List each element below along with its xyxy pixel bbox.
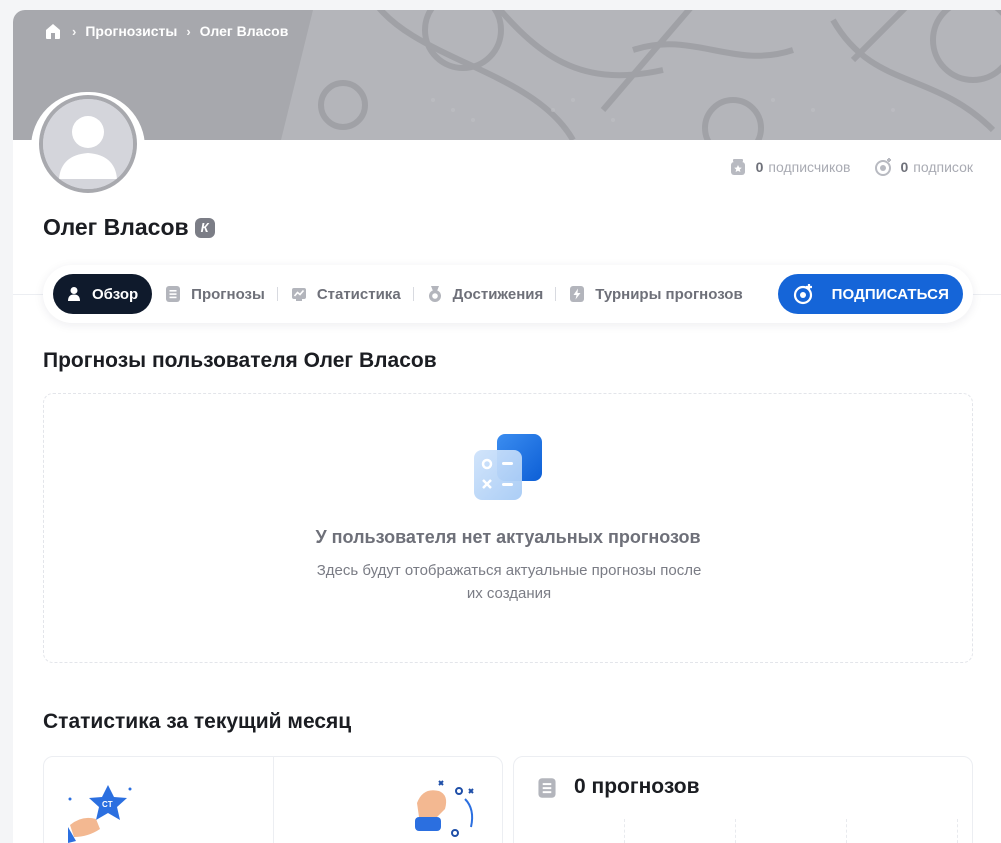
subscriptions-counter[interactable]: 0 подписок: [873, 157, 973, 177]
subscriptions-icon: [874, 158, 891, 176]
empty-state-title: У пользователя нет актуальных прогнозов: [315, 527, 701, 547]
avatar-container: [31, 92, 145, 200]
breadcrumb-link-forecasters[interactable]: Прогнозисты: [85, 23, 177, 39]
tab-overview[interactable]: Обзор: [53, 274, 153, 314]
user-icon: [68, 287, 80, 301]
stats-card: CT: [43, 756, 503, 843]
star-hand-illustration: CT: [68, 785, 132, 843]
medal-icon: [428, 286, 441, 302]
predictions-section-title: Прогнозы пользователя Олег Власов: [43, 349, 437, 372]
stats-section-title: Статистика за текущий месяц: [43, 710, 352, 733]
tab-statistics[interactable]: Статистика: [278, 274, 413, 314]
lightning-icon: [570, 286, 585, 302]
subscribers-counter[interactable]: 0 подписчиков: [728, 157, 851, 177]
empty-predictions-state: У пользователя нет актуальных прогнозов …: [43, 393, 973, 663]
profile-page: › Прогнозисты › Олег Власов 0 подписчико…: [13, 10, 1001, 843]
profile-name: Олег Власов К: [43, 214, 215, 241]
chart-icon: [291, 288, 306, 301]
profile-tabs: Обзор Прогнозы Статистика Достижения Тур…: [43, 265, 973, 323]
breadcrumb-current: Олег Власов: [199, 23, 289, 39]
chevron-right-icon: ›: [186, 23, 191, 39]
predictions-count-card: 0 прогнозов: [513, 756, 973, 843]
tactics-hand-illustration: [415, 780, 474, 837]
home-icon[interactable]: [43, 21, 63, 41]
empty-state-description: Здесь будут отображаться актуальные прог…: [316, 562, 702, 602]
predictions-empty-icon: [474, 434, 542, 500]
subscribers-icon: [730, 159, 745, 175]
predictions-count: 0 прогнозов: [574, 775, 700, 798]
avatar: [39, 95, 137, 193]
subscribe-button[interactable]: ПОДПИСАТЬСЯ: [777, 274, 963, 314]
chevron-right-icon: ›: [72, 23, 77, 39]
breadcrumb: › Прогнозисты › Олег Власов: [43, 20, 288, 42]
tab-tournaments[interactable]: Турниры прогнозов: [556, 274, 754, 314]
tab-achievements[interactable]: Достижения: [414, 274, 556, 314]
user-badge: К: [194, 217, 215, 238]
follow-counters: 0 подписчиков 0 подписок: [706, 157, 973, 177]
svg-text:CT: CT: [102, 800, 113, 809]
list-icon: [538, 778, 556, 798]
profile-banner: › Прогнозисты › Олег Власов: [13, 10, 1001, 140]
subscribe-plus-icon: [793, 284, 812, 305]
tab-predictions[interactable]: Прогнозы: [152, 274, 277, 314]
list-icon: [166, 286, 181, 302]
user-placeholder-icon: [43, 99, 133, 189]
